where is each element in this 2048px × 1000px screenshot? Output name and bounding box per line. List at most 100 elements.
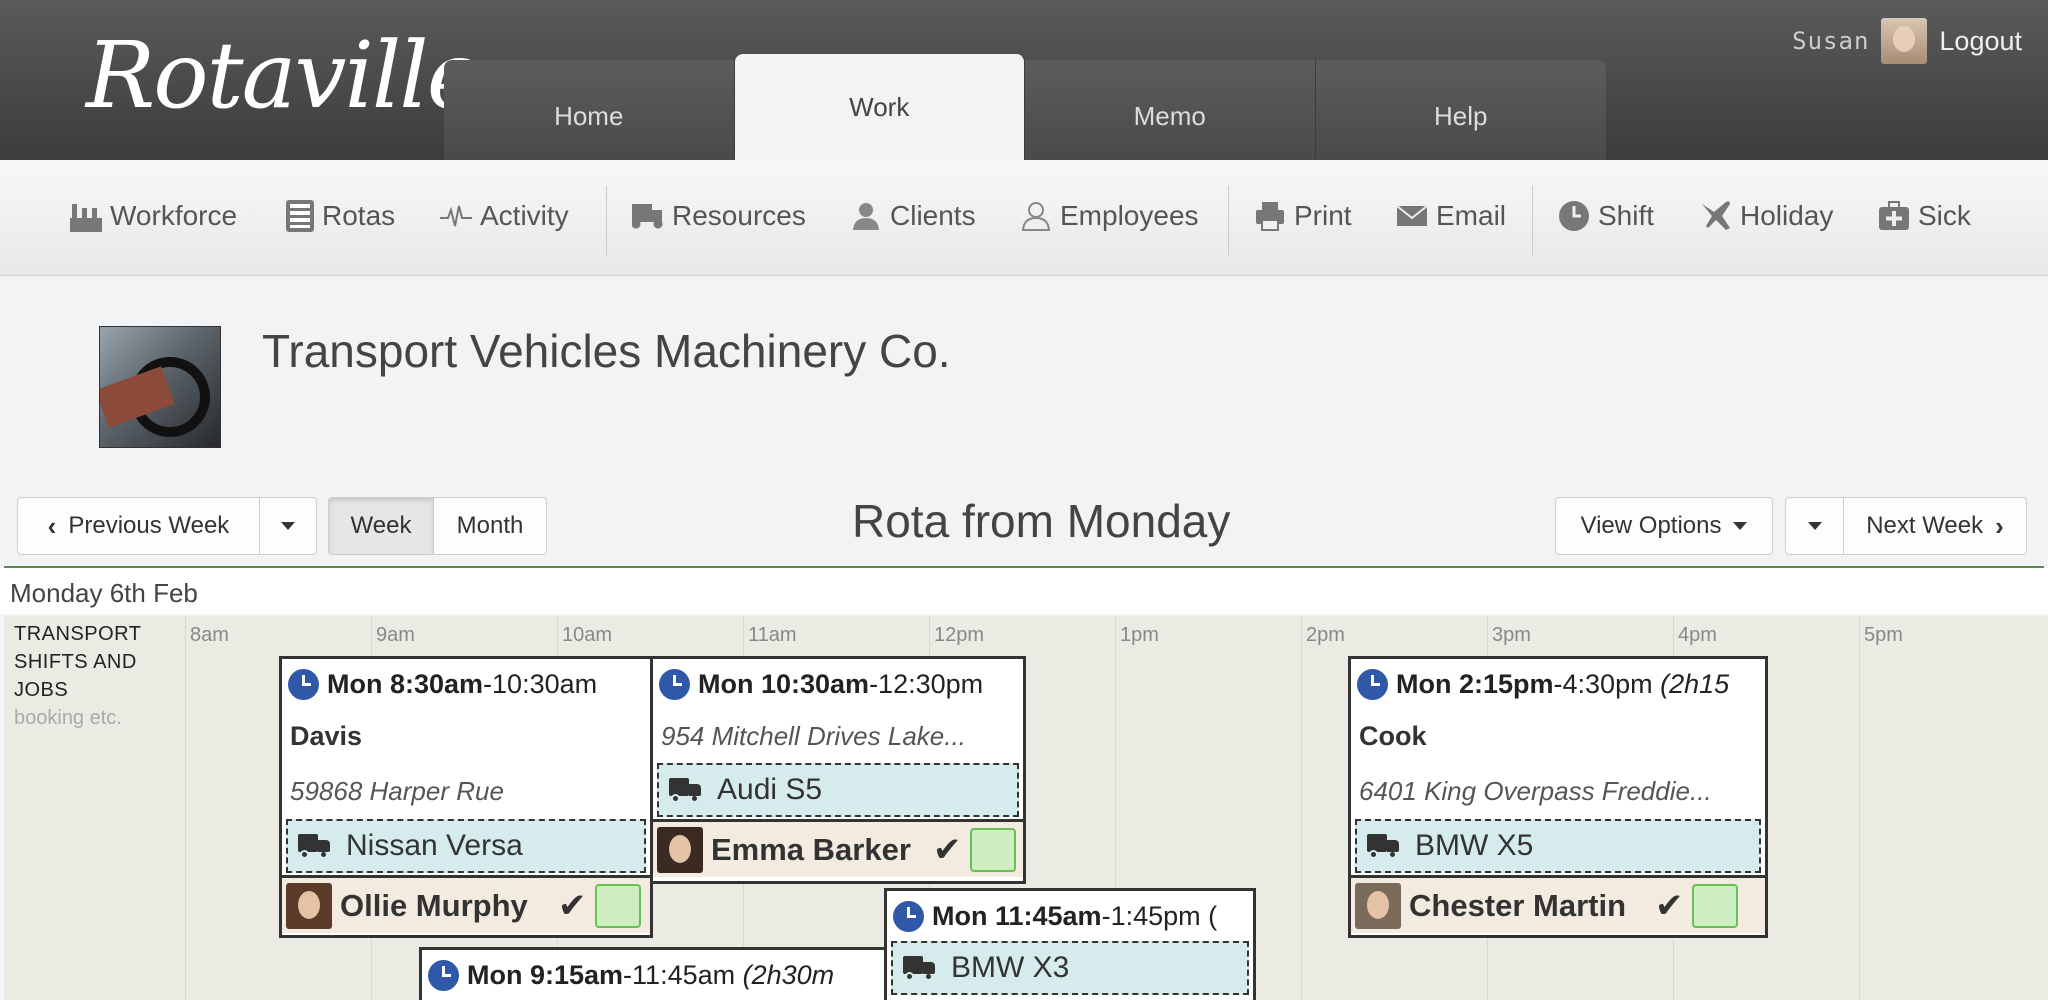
row-title-line: TRANSPORT	[14, 623, 142, 645]
shift-vehicle[interactable]: BMW X3	[891, 941, 1249, 995]
tab-help[interactable]: Help	[1316, 60, 1607, 160]
shift-card[interactable]: Mon 10:30am-12:30pm 954 Mitchell Drives …	[650, 656, 1026, 884]
vehicle-name: Nissan Versa	[346, 829, 523, 862]
printer-icon	[1254, 200, 1286, 232]
hour-label: 8am	[190, 624, 229, 646]
toolbar-label: Workforce	[110, 200, 238, 231]
shift-end: -4:30pm	[1553, 668, 1653, 699]
plane-icon	[1700, 200, 1732, 232]
shift-time: Mon 11:45am-1:45pm (	[887, 891, 1253, 941]
grid-line	[1301, 616, 1302, 1000]
medkit-icon	[1878, 200, 1910, 232]
shift-duration: (	[1208, 900, 1218, 931]
main-tabs: Home Work Memo Help	[444, 54, 1607, 160]
previous-week-button[interactable]: ‹ Previous Week	[17, 497, 260, 555]
previous-week-label: Previous Week	[68, 512, 230, 539]
toolbar-resources[interactable]: Resources	[632, 200, 806, 232]
next-week-label: Next Week	[1866, 512, 1984, 539]
truck-icon	[903, 954, 937, 982]
shift-employee[interactable]: Ollie Murphy ✔	[282, 875, 650, 933]
clock-icon	[1357, 668, 1388, 700]
rota-title: Rota from Monday	[852, 495, 1231, 547]
shift-end: -1:45pm	[1101, 900, 1201, 931]
shift-start: Mon 9:15am	[467, 959, 624, 990]
toolbar-label: Employees	[1060, 200, 1199, 231]
confirm-checkbox[interactable]	[594, 883, 641, 928]
toolbar-email[interactable]: Email	[1396, 200, 1506, 232]
truck-icon	[632, 200, 664, 232]
app-logo[interactable]: Rotaville	[86, 22, 481, 129]
clock-icon	[659, 668, 690, 700]
toolbar: Workforce Rotas Activity Resources Clien…	[0, 160, 2048, 276]
toolbar-print[interactable]: Print	[1254, 200, 1352, 232]
view-options-button[interactable]: View Options	[1555, 497, 1773, 555]
next-week-dropdown[interactable]	[1785, 497, 1844, 555]
toolbar-holiday[interactable]: Holiday	[1700, 200, 1833, 232]
shift-address: 954 Mitchell Drives Lake...	[661, 720, 966, 751]
shift-card[interactable]: Mon 11:45am-1:45pm ( BMW X3	[884, 888, 1256, 1000]
logout-link[interactable]: Logout	[1939, 26, 2022, 57]
user-area: Susan Logout	[1792, 18, 2022, 64]
shift-vehicle[interactable]: Nissan Versa	[286, 819, 646, 873]
clock-icon	[1558, 200, 1590, 232]
shift-employee[interactable]: Emma Barker ✔	[653, 819, 1023, 877]
toolbar-clients[interactable]: Clients	[850, 200, 976, 232]
shift-card[interactable]: Mon 8:30am-10:30am Davis 59868 Harper Ru…	[279, 656, 653, 938]
tab-home[interactable]: Home	[444, 60, 735, 160]
toolbar-employees[interactable]: Employees	[1020, 200, 1199, 232]
vehicle-name: BMW X5	[1415, 829, 1534, 862]
factory-icon	[70, 200, 102, 232]
month-view-button[interactable]: Month	[433, 497, 547, 555]
employee-name: Chester Martin	[1409, 887, 1627, 923]
caret-down-icon	[1807, 522, 1822, 530]
shift-card[interactable]: Mon 2:15pm-4:30pm (2h15 Cook 6401 King O…	[1348, 656, 1768, 938]
toolbar-sick[interactable]: Sick	[1878, 200, 1971, 232]
shift-duration: (2h30m	[742, 959, 835, 990]
toolbar-label: Shift	[1598, 200, 1655, 231]
clock-icon	[893, 900, 924, 932]
grid-line	[1859, 616, 1860, 1000]
view-options-label: View Options	[1580, 512, 1722, 539]
user-avatar[interactable]	[1881, 18, 1928, 64]
shift-vehicle[interactable]: BMW X5	[1355, 819, 1761, 873]
toolbar-shift[interactable]: Shift	[1558, 200, 1654, 232]
employee-name: Ollie Murphy	[340, 887, 528, 923]
shift-vehicle[interactable]: Audi S5	[657, 763, 1019, 817]
toolbar-workforce[interactable]: Workforce	[70, 200, 237, 232]
vehicle-name: Audi S5	[717, 773, 823, 806]
shift-employee[interactable]: Chester Martin ✔	[1351, 875, 1765, 933]
clock-icon	[288, 668, 319, 700]
row-title-line: JOBS	[14, 679, 69, 701]
hour-label: 9am	[376, 624, 415, 646]
toolbar-activity[interactable]: Activity	[440, 200, 569, 232]
row-subtitle: booking etc.	[14, 707, 122, 729]
shift-time: Mon 10:30am-12:30pm	[653, 659, 1023, 709]
user-name: Susan	[1792, 27, 1870, 55]
employee-avatar	[1355, 882, 1401, 929]
truck-icon	[669, 776, 703, 804]
chevron-left-icon: ‹	[47, 511, 57, 541]
row-header: TRANSPORT SHIFTS AND JOBS booking etc.	[14, 620, 141, 732]
toolbar-label: Clients	[890, 200, 976, 231]
row-title-line: SHIFTS AND	[14, 651, 137, 673]
confirm-checkbox[interactable]	[1691, 883, 1738, 928]
shift-start: Mon 11:45am	[932, 900, 1102, 931]
truck-icon	[298, 832, 332, 860]
shift-card[interactable]: Mon 9:15am-11:45am (2h30m	[419, 947, 887, 1000]
rota-grid: TRANSPORT SHIFTS AND JOBS booking etc. 8…	[4, 616, 2048, 1000]
tab-memo[interactable]: Memo	[1025, 60, 1316, 160]
tab-work[interactable]: Work	[734, 54, 1025, 160]
shift-client: Davis	[290, 720, 363, 751]
toolbar-divider	[1532, 186, 1533, 256]
hour-label: 10am	[562, 624, 613, 646]
shift-start: Mon 8:30am	[327, 668, 484, 699]
hour-label: 4pm	[1678, 624, 1717, 646]
confirm-checkbox[interactable]	[969, 827, 1016, 872]
day-header: Monday 6th Feb	[0, 568, 2048, 614]
next-week-button[interactable]: Next Week ›	[1843, 497, 2027, 555]
week-view-button[interactable]: Week	[328, 497, 434, 555]
toolbar-divider	[606, 186, 607, 256]
user-icon	[1020, 200, 1052, 232]
previous-week-dropdown[interactable]	[259, 497, 317, 555]
toolbar-rotas[interactable]: Rotas	[286, 200, 395, 232]
